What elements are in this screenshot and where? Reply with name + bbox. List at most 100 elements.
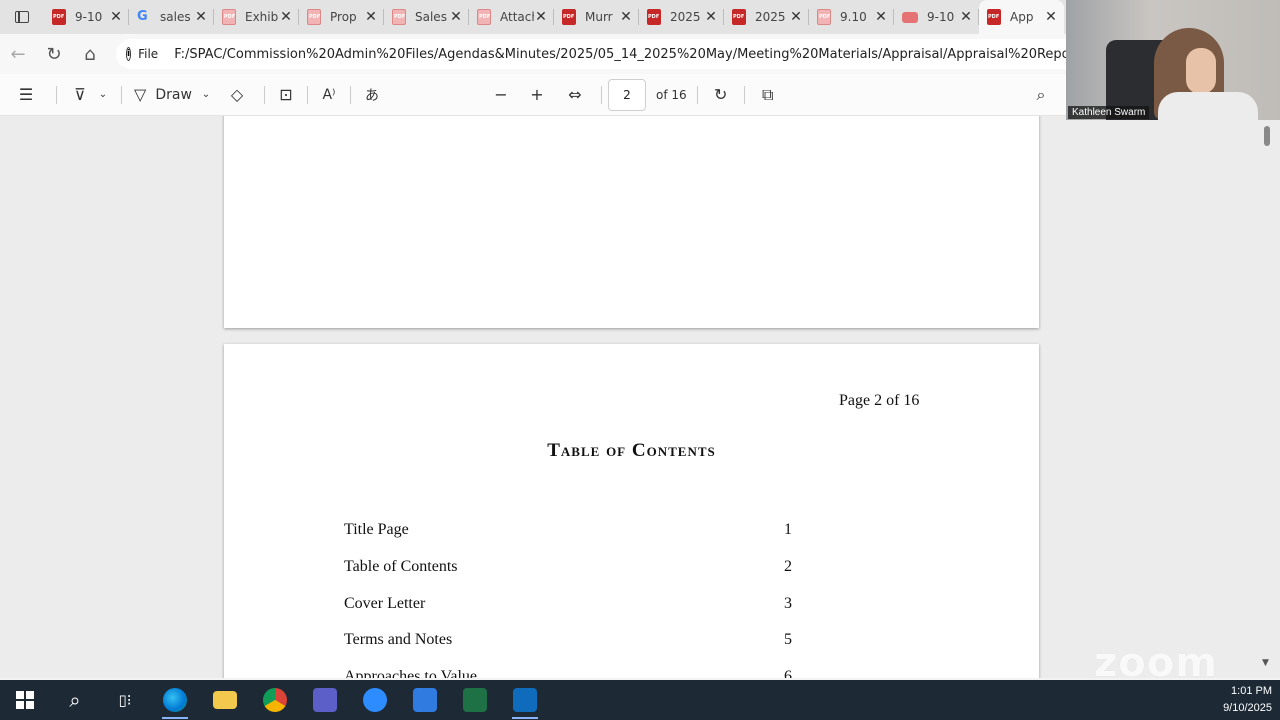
search-button[interactable]: ⌕ [1016, 79, 1066, 111]
fit-width-button[interactable]: ⇔ [555, 79, 595, 111]
tab[interactable]: 9.10 ✕ [809, 0, 894, 34]
chevron-down-icon: ⌄ [98, 89, 108, 100]
scrollbar-thumb[interactable] [1264, 126, 1270, 146]
draw-options-button[interactable]: ⌄ [196, 79, 216, 111]
toc-entry-label: Table of Contents [344, 558, 458, 575]
close-icon[interactable]: ✕ [619, 9, 633, 25]
pdf-page-2: Page 2 of 16 Table of Contents Title Pag… [224, 344, 1039, 678]
close-icon[interactable]: ✕ [704, 9, 718, 25]
rotate-button[interactable]: ↻ [708, 79, 734, 111]
toc-entry-label: Approaches to Value [344, 668, 477, 678]
page-view-button[interactable]: ⧉ [755, 79, 781, 111]
tab-title: 9-10 [75, 10, 103, 24]
tab-actions-button[interactable] [0, 0, 44, 34]
pdf-icon [307, 9, 321, 25]
list-icon: ☰ [18, 85, 34, 104]
edge-taskbar-button[interactable] [150, 680, 200, 720]
start-button[interactable] [0, 680, 50, 720]
contents-button[interactable]: ☰ [0, 79, 52, 111]
divider [307, 85, 308, 104]
youtube-icon [902, 11, 918, 23]
system-clock[interactable]: 1:01 PM 9/10/2025 [1223, 683, 1272, 717]
tab-actions-icon [15, 11, 29, 23]
divider [121, 85, 122, 104]
close-icon[interactable]: ✕ [279, 9, 293, 25]
read-aloud-button[interactable]: A⁾ [314, 79, 344, 111]
close-icon[interactable]: ✕ [874, 9, 888, 25]
toc-entry: Terms and Notes 5 [344, 631, 794, 653]
pdf-icon [392, 9, 406, 25]
plus-icon: + [530, 85, 544, 104]
highlight-button[interactable]: ⊽ [67, 79, 93, 111]
toc-entry-label: Terms and Notes [344, 631, 453, 648]
scroll-down-arrow-icon[interactable]: ▼ [1262, 658, 1269, 668]
refresh-button[interactable]: ↻ [36, 36, 72, 72]
excel-taskbar-button[interactable] [450, 680, 500, 720]
close-icon[interactable]: ✕ [534, 9, 548, 25]
tab[interactable]: 2025✕ [724, 0, 809, 34]
close-icon[interactable]: ✕ [789, 9, 803, 25]
url-field[interactable]: i File F:/SPAC/Commission%20Admin%20File… [116, 39, 1066, 69]
tab[interactable]: 2025✕ [639, 0, 724, 34]
close-icon[interactable]: ✕ [109, 9, 123, 25]
participant-name-label: Kathleen Swarm [1068, 106, 1150, 119]
home-button[interactable]: ⌂ [72, 36, 108, 72]
tab-title: 9-10 [927, 10, 955, 24]
tab[interactable]: 9-10 ✕ [894, 0, 979, 34]
close-icon[interactable]: ✕ [959, 9, 973, 25]
tab-title: 9.10 [840, 10, 867, 24]
vertical-scrollbar[interactable]: ▼ [1260, 120, 1274, 676]
back-button[interactable]: ← [0, 36, 36, 72]
teams-icon [313, 688, 337, 712]
tab[interactable]: Gsales ✕ [129, 0, 214, 34]
tab[interactable]: Exhibit✕ [214, 0, 299, 34]
tab[interactable]: Prop ✕ [299, 0, 384, 34]
chevron-down-icon: ⌄ [201, 89, 211, 100]
task-view-button[interactable]: ▯⁝ [100, 680, 150, 720]
teams-taskbar-button[interactable] [300, 680, 350, 720]
tab-title: Murr [585, 10, 613, 24]
highlight-options-button[interactable]: ⌄ [93, 79, 113, 111]
chrome-icon [263, 688, 287, 712]
video-participant-body [1158, 92, 1258, 120]
close-icon[interactable]: ✕ [449, 9, 463, 25]
divider [601, 85, 602, 104]
zoom-taskbar-button[interactable] [350, 680, 400, 720]
close-icon[interactable]: ✕ [364, 9, 378, 25]
zoom-out-button[interactable]: − [483, 79, 519, 111]
task-view-icon: ▯⁝ [118, 691, 132, 709]
toc-entry: Title Page 1 [344, 521, 794, 543]
tab-active[interactable]: App ✕ [979, 0, 1064, 34]
close-icon[interactable]: ✕ [194, 9, 208, 25]
highlighter-icon: ⊽ [74, 85, 86, 104]
zoom-in-button[interactable]: + [519, 79, 555, 111]
divider [56, 85, 57, 104]
tab[interactable]: Attach✕ [469, 0, 554, 34]
pdf-viewer[interactable]: Page 2 of 16 Table of Contents Title Pag… [0, 116, 1280, 678]
pdf-icon [562, 9, 576, 25]
info-icon[interactable]: i [126, 47, 132, 61]
toc-title: Table of Contents [547, 440, 716, 461]
pen-icon: ▽ [134, 85, 147, 104]
tab-title: sales [160, 10, 191, 24]
search-taskbar-button[interactable]: ⌕ [50, 680, 100, 720]
add-text-button[interactable]: ⊡ [271, 79, 301, 111]
address-bar: ← ↻ ⌂ i File F:/SPAC/Commission%20Admin%… [0, 34, 1066, 74]
tab-title: Prop [330, 10, 357, 24]
translate-button[interactable]: あ [357, 79, 387, 111]
chrome-taskbar-button[interactable] [250, 680, 300, 720]
divider [264, 85, 265, 104]
file-explorer-taskbar-button[interactable] [200, 680, 250, 720]
tab[interactable]: Murr ✕ [554, 0, 639, 34]
toc-entry-page: 1 [784, 521, 792, 538]
erase-button[interactable]: ◇ [216, 79, 258, 111]
toc-entry-page: 2 [784, 558, 792, 575]
close-icon[interactable]: ✕ [1044, 9, 1058, 25]
whiteboard-taskbar-button[interactable] [400, 680, 450, 720]
page-number-input[interactable]: 2 [608, 78, 646, 111]
tab[interactable]: Sales✕ [384, 0, 469, 34]
tab[interactable]: 9-10 ✕ [44, 0, 129, 34]
outlook-taskbar-button[interactable] [500, 680, 550, 720]
draw-button[interactable]: ▽ Draw [130, 79, 196, 111]
home-icon: ⌂ [84, 43, 96, 65]
